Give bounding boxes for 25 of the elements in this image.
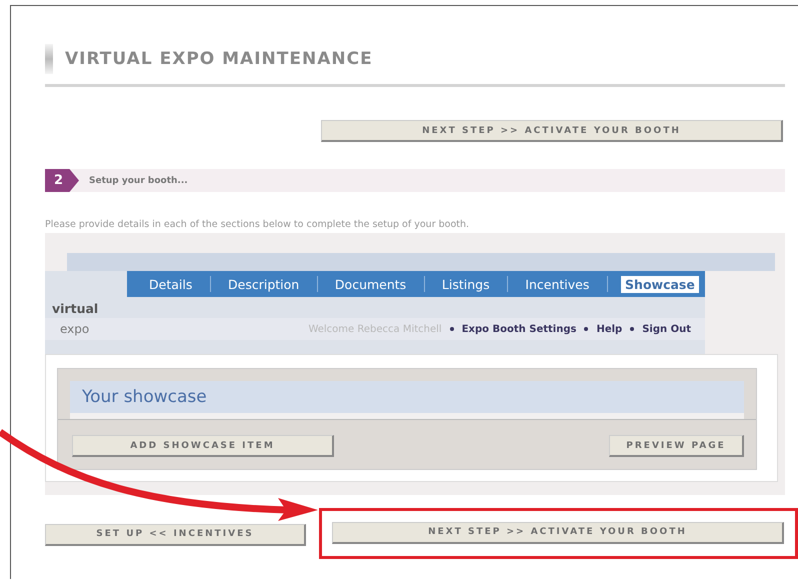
tab[interactable]: Listings — [438, 276, 494, 292]
header-link[interactable]: Sign Out — [642, 324, 691, 334]
bullet-icon — [450, 327, 454, 331]
title-bar-icon — [45, 44, 53, 74]
bullet-icon — [630, 327, 634, 331]
tab[interactable]: Documents — [330, 276, 410, 292]
preview-button[interactable]: PREVIEW PAGE — [609, 435, 744, 457]
logo-text: expo — [60, 322, 90, 336]
back-button[interactable]: SET UP << INCENTIVES — [45, 524, 306, 546]
instructions-text: Please provide details in each of the sections below to complete the setup of your booth. — [45, 219, 470, 230]
bullet-icon — [584, 327, 588, 331]
next-step-button[interactable]: NEXT STEP >> ACTIVATE YOUR BOOTH — [332, 522, 784, 544]
header-link[interactable]: Help — [596, 324, 622, 334]
section-heading: Your showcase — [70, 381, 744, 419]
next-step-button[interactable]: NEXT STEP >> ACTIVATE YOUR BOOTH — [321, 120, 783, 142]
page-title: VIRTUAL EXPO MAINTENANCE — [65, 49, 373, 69]
tab[interactable]: Details — [145, 276, 196, 292]
header-link[interactable]: Expo Booth Settings — [462, 324, 576, 334]
tab[interactable]: Incentives — [521, 276, 594, 292]
tab[interactable]: Description — [224, 276, 304, 292]
step-label: Setup your booth... — [89, 176, 188, 186]
add-item-button[interactable]: ADD SHOWCASE ITEM — [72, 435, 334, 457]
logo-text: virtual — [51, 300, 100, 318]
step-number-badge: 2 — [45, 169, 79, 192]
tab[interactable]: Showcase — [621, 276, 699, 292]
